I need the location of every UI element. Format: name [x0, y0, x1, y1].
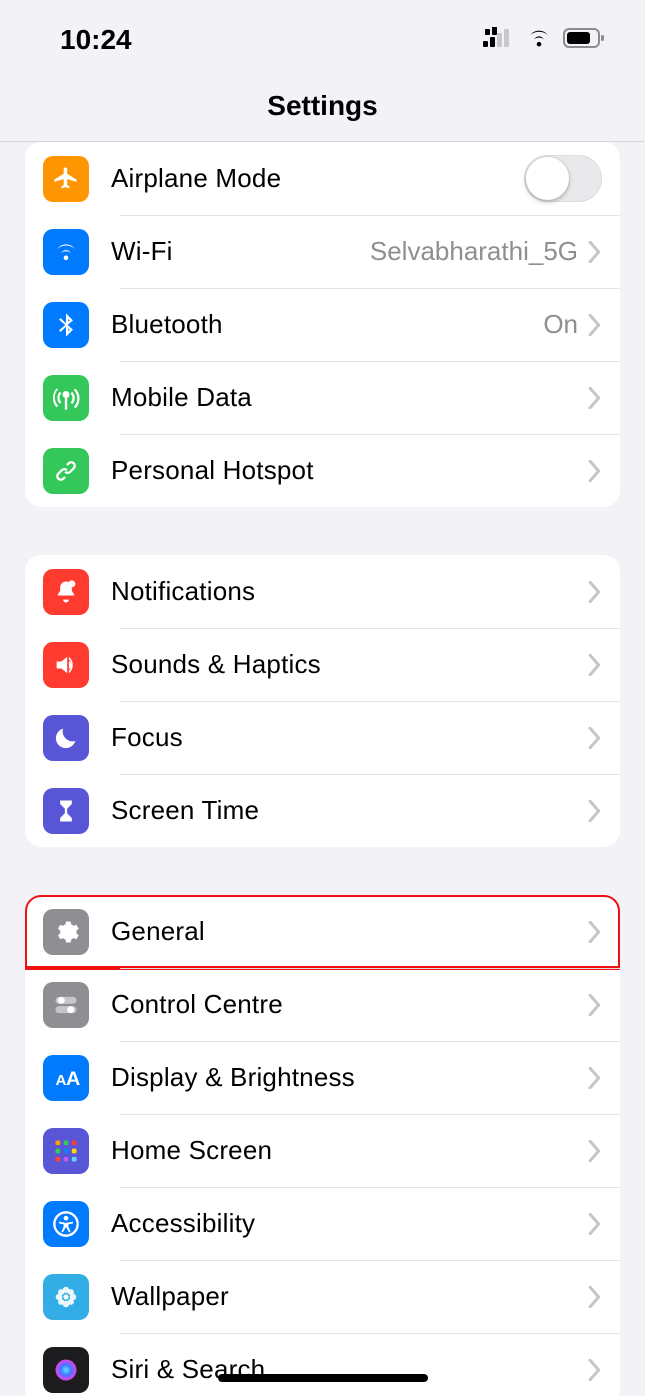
chevron-right-icon: [588, 994, 602, 1016]
row-siri-search[interactable]: Siri & Search: [25, 1333, 620, 1396]
chevron-right-icon: [588, 800, 602, 822]
svg-text:A: A: [66, 1068, 80, 1090]
row-detail: Selvabharathi_5G: [370, 236, 578, 267]
row-label: Bluetooth: [111, 309, 543, 340]
chevron-right-icon: [588, 1140, 602, 1162]
row-display-brightness[interactable]: AA Display & Brightness: [25, 1041, 620, 1114]
row-label: Home Screen: [111, 1135, 588, 1166]
status-icons: [483, 27, 605, 54]
chevron-right-icon: [588, 1286, 602, 1308]
home-indicator[interactable]: [218, 1374, 428, 1382]
row-general[interactable]: General: [25, 895, 620, 968]
row-label: Mobile Data: [111, 382, 588, 413]
accessibility-icon: [43, 1201, 89, 1247]
row-control-centre[interactable]: Control Centre: [25, 968, 620, 1041]
row-label: Notifications: [111, 576, 588, 607]
row-label: Personal Hotspot: [111, 455, 588, 486]
page-title: Settings: [267, 90, 377, 122]
row-bluetooth[interactable]: BluetoothOn: [25, 288, 620, 361]
wifi-status-icon: [525, 27, 553, 54]
row-accessibility[interactable]: Accessibility: [25, 1187, 620, 1260]
row-sounds-haptics[interactable]: Sounds & Haptics: [25, 628, 620, 701]
antenna-icon: [43, 375, 89, 421]
row-notifications[interactable]: Notifications: [25, 555, 620, 628]
row-focus[interactable]: Focus: [25, 701, 620, 774]
bluetooth-icon: [43, 302, 89, 348]
row-label: Focus: [111, 722, 588, 753]
row-label: Display & Brightness: [111, 1062, 588, 1093]
row-home-screen[interactable]: Home Screen: [25, 1114, 620, 1187]
textsize-icon: AA: [43, 1055, 89, 1101]
chevron-right-icon: [588, 1213, 602, 1235]
chevron-right-icon: [588, 654, 602, 676]
row-label: Wallpaper: [111, 1281, 588, 1312]
row-label: Screen Time: [111, 795, 588, 826]
row-detail: On: [543, 309, 578, 340]
chevron-right-icon: [588, 387, 602, 409]
speaker-icon: [43, 642, 89, 688]
hourglass-icon: [43, 788, 89, 834]
status-time: 10:24: [60, 24, 132, 56]
link-icon: [43, 448, 89, 494]
airplane-mode-toggle[interactable]: [524, 155, 602, 202]
moon-icon: [43, 715, 89, 761]
battery-status-icon: [563, 27, 605, 54]
chevron-right-icon: [588, 1359, 602, 1381]
apps-icon: [43, 1128, 89, 1174]
header: Settings: [0, 70, 645, 142]
row-label: Sounds & Haptics: [111, 649, 588, 680]
airplane-icon: [43, 156, 89, 202]
row-mobile-data[interactable]: Mobile Data: [25, 361, 620, 434]
settings-group: General Control Centre AA Display & Brightn…: [25, 895, 620, 1396]
wifi-icon: [43, 229, 89, 275]
chevron-right-icon: [588, 460, 602, 482]
row-airplane-mode[interactable]: Airplane Mode: [25, 142, 620, 215]
dual-sim-signal-icon: [483, 27, 515, 54]
row-label: General: [111, 916, 588, 947]
status-bar: 10:24: [0, 10, 645, 70]
settings-group: Airplane ModeWi-FiSelvabharathi_5GBlueto…: [25, 142, 620, 507]
chevron-right-icon: [588, 581, 602, 603]
row-personal-hotspot[interactable]: Personal Hotspot: [25, 434, 620, 507]
row-label: Wi-Fi: [111, 236, 370, 267]
row-label: Accessibility: [111, 1208, 588, 1239]
svg-text:A: A: [56, 1072, 67, 1089]
chevron-right-icon: [588, 241, 602, 263]
row-wallpaper[interactable]: Wallpaper: [25, 1260, 620, 1333]
chevron-right-icon: [588, 1067, 602, 1089]
siri-icon: [43, 1347, 89, 1393]
settings-group: Notifications Sounds & Haptics Focus Screen…: [25, 555, 620, 847]
row-label: Control Centre: [111, 989, 588, 1020]
bell-icon: [43, 569, 89, 615]
row-screen-time[interactable]: Screen Time: [25, 774, 620, 847]
gear-icon: [43, 909, 89, 955]
chevron-right-icon: [588, 314, 602, 336]
chevron-right-icon: [588, 727, 602, 749]
row-label: Airplane Mode: [111, 163, 524, 194]
settings-list[interactable]: Airplane ModeWi-FiSelvabharathi_5GBlueto…: [0, 142, 645, 1396]
row-wifi[interactable]: Wi-FiSelvabharathi_5G: [25, 215, 620, 288]
switches-icon: [43, 982, 89, 1028]
chevron-right-icon: [588, 921, 602, 943]
flower-icon: [43, 1274, 89, 1320]
